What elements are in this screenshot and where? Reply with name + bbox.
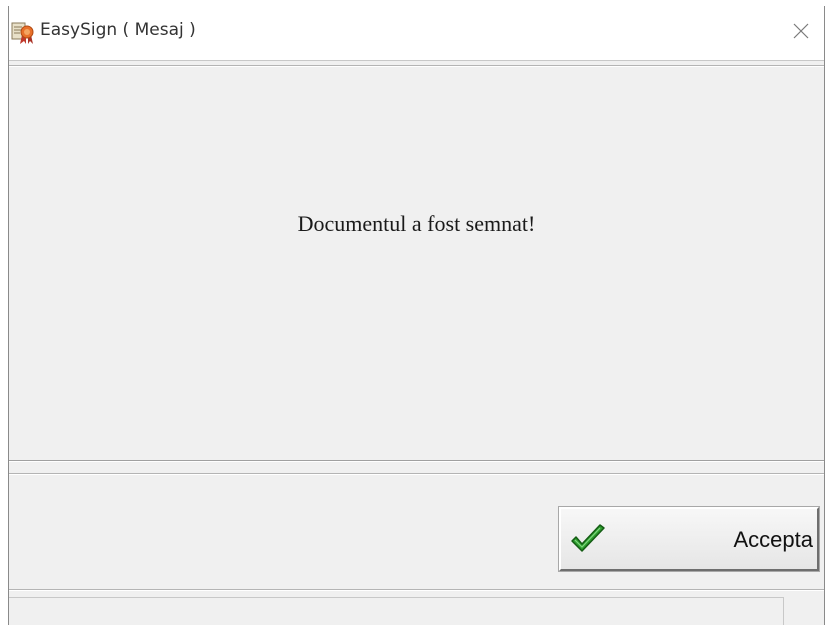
divider (9, 589, 824, 591)
message-dialog: EasySign ( Mesaj ) Documentul a fost sem… (8, 6, 825, 625)
accept-button[interactable]: Accepta (559, 507, 819, 571)
app-certificate-icon (11, 21, 35, 45)
divider (9, 65, 824, 67)
status-panel (9, 597, 784, 625)
title-bar: EasySign ( Mesaj ) (9, 6, 824, 61)
checkmark-icon (569, 523, 607, 557)
window-title: EasySign ( Mesaj ) (40, 20, 196, 40)
close-icon (793, 23, 809, 44)
message-text: Documentul a fost semnat! (297, 211, 536, 236)
divider (9, 460, 824, 462)
divider (9, 473, 824, 475)
close-button[interactable] (778, 6, 824, 60)
accept-button-label: Accepta (733, 527, 814, 552)
